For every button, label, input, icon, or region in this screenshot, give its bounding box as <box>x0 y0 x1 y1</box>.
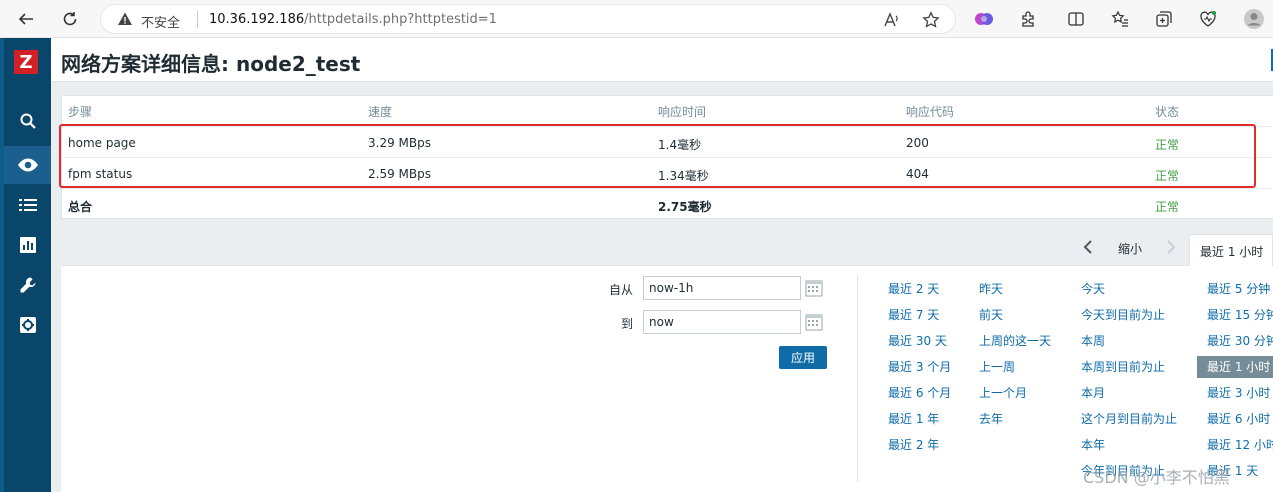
quick-range-link[interactable]: 本周 <box>1081 332 1105 349</box>
step-speed: 3.29 MBps <box>368 136 431 150</box>
favorites-list-icon[interactable] <box>1108 7 1132 31</box>
total-status: 正常 <box>1155 200 1180 214</box>
step-name: fpm status <box>68 167 133 181</box>
to-input[interactable] <box>643 310 801 334</box>
browser-essentials-icon[interactable] <box>1196 7 1220 31</box>
quick-range-link[interactable]: 本年 <box>1081 436 1105 453</box>
quick-range-link[interactable]: 这个月到目前为止 <box>1081 410 1177 427</box>
quick-range-link[interactable]: 前天 <box>979 306 1003 323</box>
gear-icon[interactable] <box>4 306 51 344</box>
quick-range-link[interactable]: 最近 12 小时 <box>1207 436 1273 453</box>
quick-range-link[interactable]: 上一个月 <box>979 384 1027 401</box>
tab-time-range-label: 最近 1 小时 <box>1200 245 1264 259</box>
insecure-label[interactable]: 不安全 <box>141 12 180 31</box>
http-steps-table: 步骤 速度 响应时间 响应代码 状态 home page 3.29 MBps 1… <box>61 95 1273 219</box>
main-content: 网络方案详细信息: node2_test 步骤 速度 响应时间 响应代码 状态 … <box>51 38 1273 492</box>
table-header: 步骤 速度 响应时间 响应代码 状态 <box>62 96 1273 127</box>
quick-range-link[interactable]: 最近 3 小时 <box>1207 384 1270 401</box>
quick-range-link[interactable]: 最近 15 分钟 <box>1207 306 1273 323</box>
quick-range-link[interactable]: 上一周 <box>979 358 1015 375</box>
page-title: 网络方案详细信息: node2_test <box>61 52 361 76</box>
total-response-time: 2.75毫秒 <box>658 200 712 214</box>
warning-icon[interactable] <box>117 11 133 30</box>
calendar-icon[interactable] <box>805 313 823 331</box>
browser-toolbar: 不安全 10.36.192.186/httpdetails.php?httpte… <box>0 0 1273 38</box>
url-path: /httpdetails.php?httptestid=1 <box>304 12 497 27</box>
step-response-time: 1.4毫秒 <box>658 138 702 152</box>
quick-range-link[interactable]: 最近 2 年 <box>888 436 939 453</box>
chevron-left-icon[interactable] <box>1082 240 1094 257</box>
quick-range-link[interactable]: 最近 6 个月 <box>888 384 951 401</box>
quick-range-link[interactable]: 最近 3 个月 <box>888 358 951 375</box>
from-input[interactable] <box>643 276 801 300</box>
header-response-code: 响应代码 <box>906 105 955 119</box>
calendar-icon[interactable] <box>805 279 823 297</box>
quick-range-link[interactable]: 最近 1 年 <box>888 410 939 427</box>
total-label: 总合 <box>68 200 93 214</box>
quick-range-link[interactable]: 今天到目前为止 <box>1081 306 1165 323</box>
search-icon[interactable] <box>4 102 51 140</box>
zabbix-logo[interactable]: Z <box>14 50 38 74</box>
step-response-code: 200 <box>906 136 929 150</box>
table-row: fpm status 2.59 MBps 1.34毫秒 404 正常 <box>62 158 1273 189</box>
chart-icon[interactable] <box>4 226 51 264</box>
quick-range-link[interactable]: 最近 7 天 <box>888 306 939 323</box>
header-speed: 速度 <box>368 105 393 119</box>
page-header: 网络方案详细信息: node2_test <box>51 38 1273 82</box>
list-icon[interactable] <box>4 186 51 224</box>
step-status: 正常 <box>1155 169 1180 183</box>
chevron-right-icon[interactable] <box>1165 240 1177 257</box>
apply-button[interactable]: 应用 <box>779 346 827 369</box>
collections-icon[interactable] <box>1152 7 1176 31</box>
quick-range-link[interactable]: 最近 2 天 <box>888 280 939 297</box>
step-status: 正常 <box>1155 138 1180 152</box>
wrench-icon[interactable] <box>4 266 51 304</box>
header-response-time: 响应时间 <box>658 105 707 119</box>
address-bar[interactable]: 不安全 10.36.192.186/httpdetails.php?httpte… <box>100 4 956 34</box>
read-aloud-icon[interactable] <box>883 11 901 32</box>
back-arrow-icon[interactable] <box>14 7 38 31</box>
quick-range-link[interactable]: 本周到目前为止 <box>1081 358 1165 375</box>
filter-divider <box>857 276 858 482</box>
table-total-row: 总合 2.75毫秒 正常 <box>62 189 1273 220</box>
quick-range-link[interactable]: 本月 <box>1081 384 1105 401</box>
quick-range-link-selected[interactable]: 最近 1 小时 <box>1197 356 1273 378</box>
quick-range-link[interactable]: 今天 <box>1081 280 1105 297</box>
step-name: home page <box>68 136 136 150</box>
favorite-star-icon[interactable] <box>922 11 940 32</box>
quick-range-link[interactable]: 最近 6 小时 <box>1207 410 1270 427</box>
url-text[interactable]: 10.36.192.186/httpdetails.php?httptestid… <box>209 12 497 27</box>
quick-range-link[interactable]: 去年 <box>979 410 1003 427</box>
time-filter-panel: 自从 到 应用 最近 2 天 最近 7 天 最近 30 天 最近 3 个月 最近… <box>61 266 1273 492</box>
profile-avatar-icon[interactable] <box>1242 7 1266 31</box>
reload-icon[interactable] <box>58 7 82 31</box>
watermark: CSDN @小李不怕黑 <box>1083 468 1230 487</box>
url-host: 10.36.192.186 <box>209 12 305 27</box>
step-response-code: 404 <box>906 167 929 181</box>
eye-icon[interactable] <box>4 146 51 184</box>
step-speed: 2.59 MBps <box>368 167 431 181</box>
quick-range-link[interactable]: 最近 30 天 <box>888 332 947 349</box>
header-status: 状态 <box>1155 105 1180 119</box>
address-separator <box>197 11 198 28</box>
split-screen-icon[interactable] <box>1064 7 1088 31</box>
quick-range-link[interactable]: 最近 30 分钟 <box>1207 332 1273 349</box>
quick-range-link[interactable]: 昨天 <box>979 280 1003 297</box>
step-response-time: 1.34毫秒 <box>658 169 709 183</box>
sidebar: Z <box>0 38 51 492</box>
quick-range-link[interactable]: 最近 5 分钟 <box>1207 280 1270 297</box>
header-step: 步骤 <box>68 105 93 119</box>
extensions-icon[interactable] <box>1016 7 1040 31</box>
tab-time-range[interactable]: 最近 1 小时 <box>1189 234 1273 266</box>
quick-range-link[interactable]: 上周的这一天 <box>979 332 1051 349</box>
copilot-brain-icon[interactable] <box>972 7 996 31</box>
table-row: home page 3.29 MBps 1.4毫秒 200 正常 <box>62 127 1273 158</box>
to-label: 到 <box>621 317 634 331</box>
from-label: 自从 <box>609 283 634 297</box>
zoom-out-button[interactable]: 缩小 <box>1118 240 1142 257</box>
